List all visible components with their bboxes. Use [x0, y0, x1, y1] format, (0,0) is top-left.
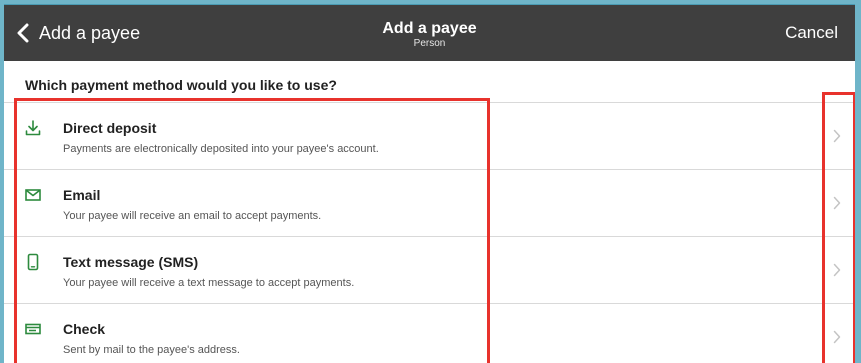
- payment-option-check[interactable]: Check Sent by mail to the payee's addres…: [4, 304, 855, 363]
- app-window: Add a payee Add a payee Person Cancel Wh…: [4, 4, 855, 363]
- chevron-right-icon: [833, 196, 841, 210]
- option-title: Check: [63, 321, 106, 337]
- option-title: Direct deposit: [63, 120, 157, 136]
- page-subtitle: Person: [413, 38, 446, 49]
- header-title-block: Add a payee Person: [4, 20, 855, 50]
- page-title: Add a payee: [382, 20, 477, 37]
- payment-method-list: Direct deposit Payments are electronical…: [4, 102, 855, 363]
- cancel-button[interactable]: Cancel: [785, 5, 838, 61]
- payment-method-question: Which payment method would you like to u…: [25, 77, 337, 93]
- check-card-icon: [24, 320, 42, 338]
- nav-header: Add a payee Add a payee Person Cancel: [4, 5, 855, 61]
- envelope-icon: [24, 186, 42, 204]
- chevron-right-icon: [833, 263, 841, 277]
- phone-icon: [24, 253, 42, 271]
- option-title: Text message (SMS): [63, 254, 199, 270]
- chevron-right-icon: [833, 330, 841, 344]
- payment-option-direct-deposit[interactable]: Direct deposit Payments are electronical…: [4, 103, 855, 170]
- option-description: Sent by mail to the payee's address.: [63, 344, 240, 356]
- option-description: Payments are electronically deposited in…: [63, 143, 379, 155]
- option-title: Email: [63, 187, 101, 203]
- payment-option-text-message[interactable]: Text message (SMS) Your payee will recei…: [4, 237, 855, 304]
- payment-option-email[interactable]: Email Your payee will receive an email t…: [4, 170, 855, 237]
- chevron-right-icon: [833, 129, 841, 143]
- download-icon: [24, 119, 42, 137]
- option-description: Your payee will receive an email to acce…: [63, 210, 322, 222]
- option-description: Your payee will receive a text message t…: [63, 277, 355, 289]
